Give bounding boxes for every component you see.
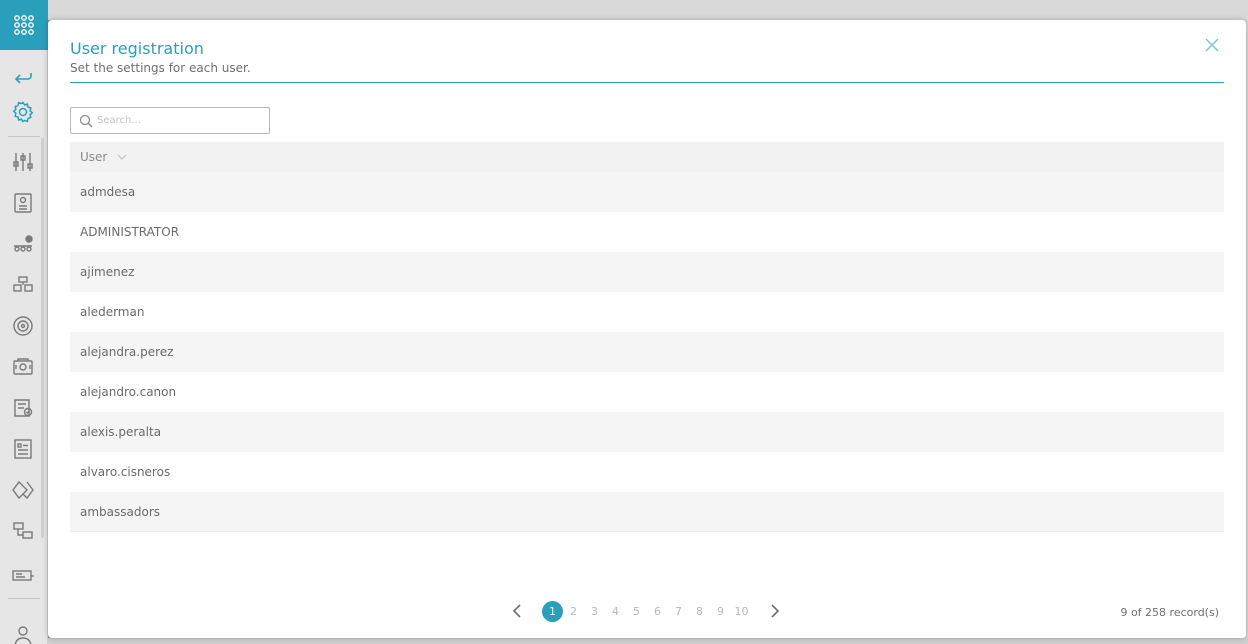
- sidebar-item-devices[interactable]: [10, 518, 36, 544]
- page-9-button[interactable]: 9: [710, 605, 731, 618]
- server-icon: [13, 358, 33, 375]
- diamond-icon: [12, 480, 34, 500]
- id-card-icon: [14, 193, 32, 213]
- page-8-button[interactable]: 8: [689, 605, 710, 618]
- sidebar-divider: [8, 598, 40, 599]
- user-cell: admdesa: [80, 185, 136, 199]
- chevron-left-icon: [512, 604, 521, 618]
- background-app-footer: [48, 638, 1248, 644]
- table-row[interactable]: admdesa: [70, 172, 1224, 212]
- user-cell: ambassadors: [80, 504, 161, 519]
- user-cell: ajimenez: [80, 265, 135, 279]
- sidebar-item-form[interactable]: [10, 436, 36, 462]
- page-numbers: 1 2 3 4 5 6 7 8 9 10: [542, 600, 752, 622]
- table-row[interactable]: ADMINISTRATOR: [70, 212, 1224, 252]
- sliders-icon: [13, 153, 33, 171]
- table-row[interactable]: alejandra.perez: [70, 332, 1224, 372]
- back-arrow-icon: [14, 73, 32, 84]
- page-3-button[interactable]: 3: [584, 605, 605, 618]
- form-list-icon: [14, 439, 32, 459]
- sidebar-item-target[interactable]: [10, 313, 36, 339]
- sidebar-item-report[interactable]: [10, 395, 36, 421]
- next-page-button[interactable]: [768, 602, 782, 620]
- table-row[interactable]: ajimenez: [70, 252, 1224, 292]
- sidebar-item-server[interactable]: [10, 354, 36, 380]
- column-header-user: User: [80, 150, 108, 164]
- page-5-button[interactable]: 5: [626, 605, 647, 618]
- apps-grid-button[interactable]: [0, 0, 48, 50]
- modal-title: User registration: [70, 39, 204, 58]
- users-table: User admdesa ADMINISTRATOR ajimenez aled…: [70, 142, 1224, 532]
- sidebar-scrollbar[interactable]: [41, 138, 44, 538]
- sidebar-item-keyboard[interactable]: [10, 562, 36, 588]
- sidebar-item-diamond[interactable]: [10, 477, 36, 503]
- table-body: admdesa ADMINISTRATOR ajimenez alederman…: [70, 172, 1224, 532]
- chevron-down-icon: [117, 152, 127, 162]
- user-cell: ADMINISTRATOR: [80, 225, 180, 239]
- target-icon: [13, 316, 33, 336]
- table-row[interactable]: alvaro.cisneros: [70, 452, 1224, 492]
- page-4-button[interactable]: 4: [605, 605, 626, 618]
- prev-page-button[interactable]: [510, 602, 524, 620]
- keyboard-icon: [12, 570, 34, 581]
- settings-button[interactable]: [10, 99, 36, 125]
- table-row[interactable]: alederman: [70, 292, 1224, 332]
- close-button[interactable]: [1202, 35, 1222, 55]
- page-2-button[interactable]: 2: [563, 605, 584, 618]
- user-cell: alvaro.cisneros: [80, 465, 171, 479]
- chevron-right-icon: [771, 604, 780, 618]
- user-registration-modal: User registration Set the settings for e…: [48, 20, 1246, 638]
- user-cell: alexis.peralta: [80, 425, 162, 439]
- user-profile-button[interactable]: [10, 622, 36, 644]
- page-6-button[interactable]: 6: [647, 605, 668, 618]
- user-cell: alejandro.canon: [80, 385, 177, 399]
- modal-title-divider: [70, 82, 1224, 83]
- modal-subtitle: Set the settings for each user.: [70, 61, 251, 75]
- table-header-user[interactable]: User: [70, 142, 1224, 172]
- table-row[interactable]: alexis.peralta: [70, 412, 1224, 452]
- user-icon: [14, 626, 32, 644]
- apps-grid-icon: [14, 15, 34, 35]
- pagination: 1 2 3 4 5 6 7 8 9 10: [510, 600, 782, 622]
- user-cell: alejandra.perez: [80, 345, 174, 359]
- page-10-button[interactable]: 10: [731, 605, 752, 618]
- network-icon: [13, 276, 33, 292]
- user-cell: alederman: [80, 305, 145, 319]
- sidebar-item-network[interactable]: [10, 272, 36, 298]
- sidebar-item-group[interactable]: [10, 231, 36, 257]
- background-app-header: [48, 0, 1248, 20]
- app-sidebar: [0, 0, 48, 644]
- sidebar-item-sliders[interactable]: [10, 149, 36, 175]
- table-row[interactable]: alejandro.canon: [70, 372, 1224, 412]
- close-icon: [1205, 38, 1219, 52]
- table-row[interactable]: ambassadors: [70, 492, 1224, 532]
- page-1-button[interactable]: 1: [542, 600, 563, 622]
- search-icon: [79, 114, 93, 127]
- sidebar-divider: [8, 136, 40, 137]
- back-button[interactable]: [10, 64, 36, 90]
- search-box: [70, 107, 270, 134]
- search-input[interactable]: [97, 115, 267, 126]
- group-icon: [14, 235, 33, 252]
- report-check-icon: [14, 399, 33, 417]
- page-7-button[interactable]: 7: [668, 605, 689, 618]
- settings-gear-icon: [12, 101, 34, 123]
- sidebar-item-id-card[interactable]: [10, 190, 36, 216]
- devices-icon: [13, 522, 33, 539]
- record-count: 9 of 258 record(s): [1120, 606, 1219, 619]
